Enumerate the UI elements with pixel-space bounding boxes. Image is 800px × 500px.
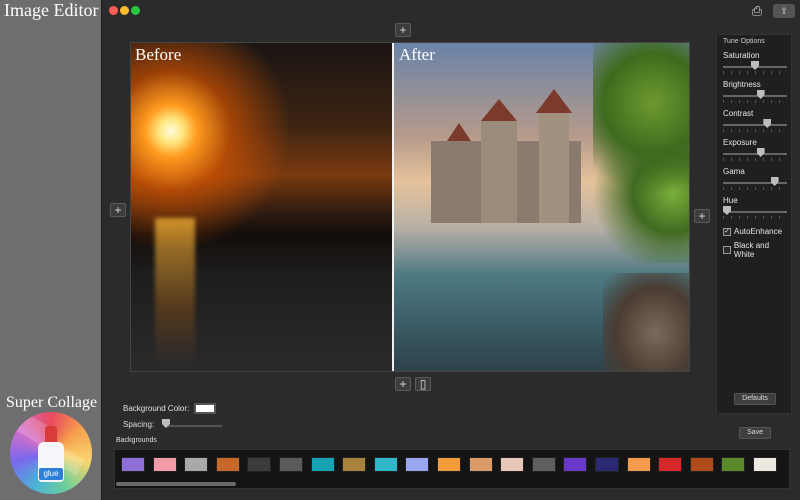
backgrounds-scrollbar[interactable] <box>116 482 236 486</box>
background-swatch[interactable] <box>753 457 777 472</box>
auto-enhance-checkbox[interactable]: ✓ AutoEnhance <box>723 227 782 236</box>
tune-slider-ticks <box>723 216 787 219</box>
tune-slider-ticks <box>723 129 787 132</box>
sun-reflection <box>155 218 195 368</box>
background-swatch[interactable] <box>279 457 303 472</box>
tune-slider-knob[interactable] <box>756 90 765 99</box>
tune-slider-track[interactable] <box>723 177 787 190</box>
tune-slider-ticks <box>723 158 787 161</box>
trash-icon[interactable]: ▯ <box>415 377 431 391</box>
background-swatch[interactable] <box>595 457 619 472</box>
tune-slider-knob[interactable] <box>751 61 759 70</box>
tune-slider-label: Exposure <box>723 138 757 147</box>
background-swatch[interactable] <box>531 457 556 472</box>
promo-title: Image Editor <box>4 0 99 20</box>
black-and-white-checkbox[interactable]: Black and White <box>723 241 791 259</box>
add-image-bottom-button[interactable]: + <box>395 377 411 391</box>
tune-slider-ticks <box>723 100 787 103</box>
tune-slider-ticks <box>723 187 787 190</box>
split-divider[interactable] <box>392 43 394 371</box>
tune-slider-track[interactable] <box>723 148 787 161</box>
tune-slider-knob[interactable] <box>723 206 731 215</box>
background-swatch[interactable] <box>437 457 461 472</box>
tune-slider-label: Brightness <box>723 80 761 89</box>
tune-slider-label: Gama <box>723 167 745 176</box>
tune-options-panel: Tune Options Saturation Brightness Contras… <box>716 34 792 414</box>
before-image[interactable] <box>131 43 392 371</box>
save-button[interactable]: Save <box>739 427 771 439</box>
background-color-label: Background Color: <box>123 404 190 413</box>
background-color-well[interactable] <box>194 403 216 414</box>
window-zoom-button[interactable] <box>131 6 140 15</box>
background-swatch[interactable] <box>152 457 177 472</box>
background-swatch[interactable] <box>658 457 683 472</box>
background-swatch[interactable] <box>310 457 335 472</box>
tune-slider-label: Contrast <box>723 109 754 118</box>
background-swatch[interactable] <box>563 457 588 472</box>
background-swatch[interactable] <box>721 457 746 472</box>
tune-slider-hue[interactable]: Hue <box>723 196 787 219</box>
collage-canvas[interactable]: Before After <box>130 42 690 372</box>
tune-slider-track[interactable] <box>723 119 787 132</box>
share-icon[interactable]: ⇧ <box>773 4 795 18</box>
promo-app-name: Super Collage <box>6 394 98 411</box>
checkbox-label: Black and White <box>733 241 770 259</box>
background-swatch[interactable] <box>247 457 272 472</box>
backgrounds-label: Backgrounds <box>116 437 157 444</box>
title-bar: ⎙ ⇧ <box>102 0 800 22</box>
spacing-slider-track[interactable] <box>164 425 222 427</box>
checkbox-label: AutoEnhance <box>734 227 783 236</box>
app-icon: glue <box>10 412 92 494</box>
background-swatch[interactable] <box>468 457 493 472</box>
checkbox-box[interactable] <box>723 246 731 254</box>
defaults-button[interactable]: Defaults <box>734 393 776 405</box>
after-label: After <box>399 45 435 64</box>
add-image-right-button[interactable]: + <box>694 209 710 223</box>
editor-window: ⎙ ⇧ + + + + ▯ Before After Tune Options … <box>101 0 800 500</box>
checkbox-box[interactable]: ✓ <box>723 227 731 236</box>
tune-slider-exposure[interactable]: Exposure <box>723 138 787 161</box>
background-swatch[interactable] <box>405 457 430 472</box>
printer-icon[interactable]: ⎙ <box>748 3 766 19</box>
after-image[interactable] <box>393 43 689 371</box>
window-close-button[interactable] <box>109 6 118 15</box>
tune-slider-track[interactable] <box>723 61 787 74</box>
background-swatch[interactable] <box>500 457 525 472</box>
tune-slider-ticks <box>723 71 787 74</box>
tune-slider-knob[interactable] <box>756 148 765 157</box>
tune-slider-label: Saturation <box>723 51 760 60</box>
background-swatch[interactable] <box>215 457 240 472</box>
spacing-label: Spacing: <box>123 420 155 429</box>
add-image-top-button[interactable]: + <box>395 23 411 37</box>
background-swatch[interactable] <box>342 457 367 472</box>
tune-slider-track[interactable] <box>723 90 787 103</box>
tune-slider-saturation[interactable]: Saturation <box>723 51 787 74</box>
tune-slider-label: Hue <box>723 196 738 205</box>
background-swatch[interactable] <box>121 457 145 472</box>
castle <box>421 89 611 223</box>
window-minimize-button[interactable] <box>120 6 129 15</box>
tune-slider-gama[interactable]: Gama <box>723 167 787 190</box>
tune-slider-knob[interactable] <box>770 177 779 186</box>
background-swatch[interactable] <box>626 457 651 472</box>
before-label: Before <box>135 45 182 64</box>
tune-slider-contrast[interactable]: Contrast <box>723 109 787 132</box>
rocks <box>603 273 689 371</box>
tune-options-title: Tune Options <box>723 38 765 45</box>
tune-slider-knob[interactable] <box>763 119 772 128</box>
background-swatch[interactable] <box>373 457 398 472</box>
tune-slider-track[interactable] <box>723 206 787 219</box>
background-swatch[interactable] <box>184 457 209 472</box>
tune-slider-brightness[interactable]: Brightness <box>723 80 787 103</box>
glue-label: glue <box>39 468 63 480</box>
add-image-left-button[interactable]: + <box>110 203 126 217</box>
background-swatch[interactable] <box>689 457 714 472</box>
